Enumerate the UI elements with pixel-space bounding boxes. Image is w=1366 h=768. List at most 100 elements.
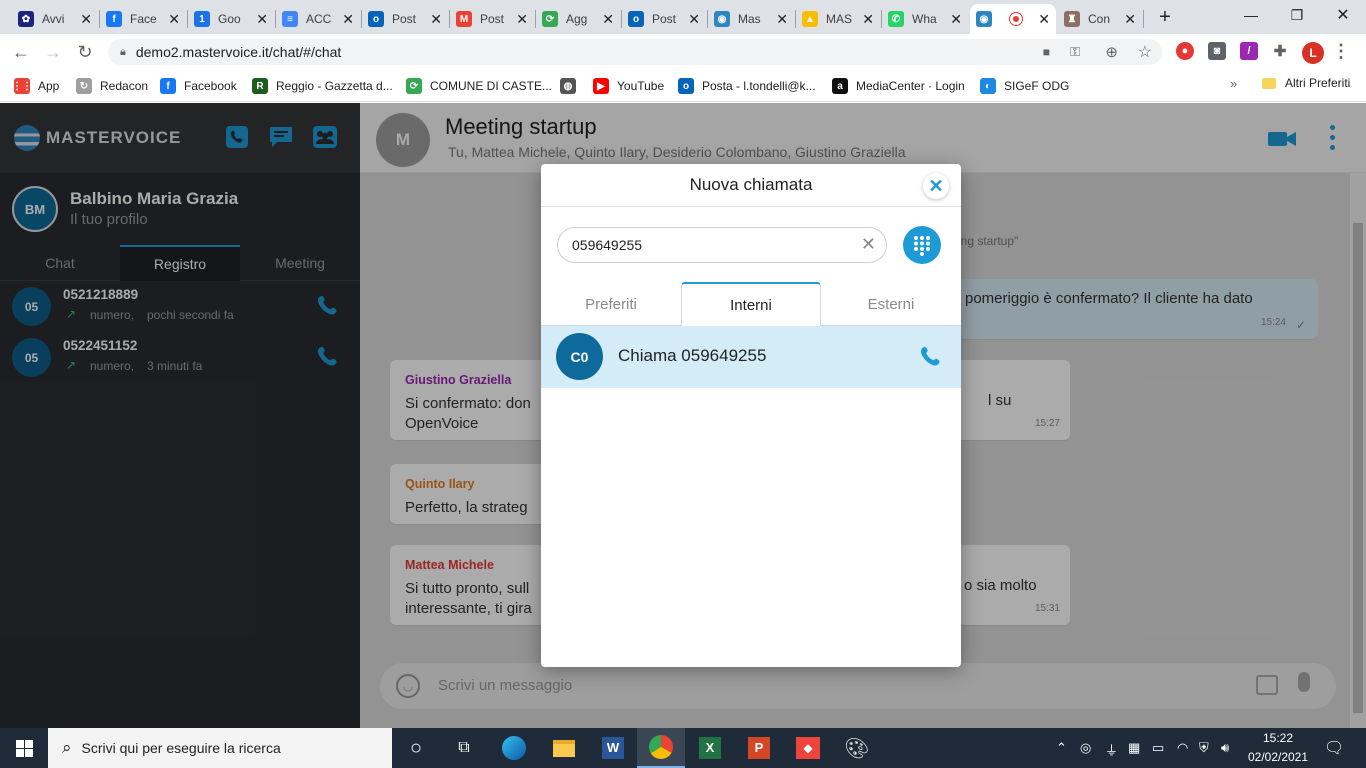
tab-favicon-icon: ⟳ — [542, 11, 558, 27]
bookmark-item[interactable]: ⟳ COMUNE DI CASTE... — [406, 76, 552, 96]
bookmark-item[interactable]: o Posta - l.tondelli@k... — [678, 76, 816, 96]
minimize-button[interactable]: — — [1228, 0, 1274, 30]
browser-tab[interactable]: M Post ✕ — [450, 4, 534, 34]
puzzle-icon[interactable]: ✚ — [1271, 42, 1289, 60]
bookmark-item[interactable]: f Facebook — [160, 76, 237, 96]
close-tab-icon[interactable]: ✕ — [688, 11, 700, 28]
file-explorer-icon[interactable] — [540, 728, 588, 768]
bookmark-item[interactable]: ◍ — [560, 76, 584, 96]
task-view-icon[interactable]: ⧉ — [440, 728, 488, 768]
search-placeholder: Scrivi qui per eseguire la ricerca — [81, 740, 281, 756]
forward-icon[interactable]: → — [40, 40, 66, 64]
powerpoint-icon[interactable]: P — [735, 728, 783, 768]
tab-title: Mas — [738, 12, 761, 26]
clock-date[interactable]: 02/02/2021 — [1246, 750, 1310, 764]
other-bookmarks[interactable]: Altri Preferiti — [1262, 76, 1350, 90]
clear-icon[interactable]: ✕ — [861, 234, 876, 255]
browser-tab[interactable]: ▲ MAS ✕ — [796, 4, 880, 34]
browser-tab[interactable]: ◉ ✕ — [970, 4, 1056, 34]
tab-interni[interactable]: Interni — [681, 282, 821, 326]
number-input-value: 059649255 — [572, 237, 643, 253]
call-phone-icon[interactable] — [917, 344, 943, 370]
tab-preferiti[interactable]: Preferiti — [541, 282, 681, 326]
notifications-icon[interactable]: 🗨︎ — [1324, 738, 1344, 758]
back-icon[interactable]: ← — [8, 40, 34, 64]
bookmark-item[interactable]: ⋮⋮ App — [12, 76, 59, 96]
browser-tab[interactable]: 1 Goo ✕ — [188, 4, 274, 34]
profile-avatar[interactable]: L — [1302, 42, 1324, 64]
close-tab-icon[interactable]: ✕ — [342, 11, 354, 28]
adblock-icon[interactable]: ● — [1176, 42, 1194, 60]
close-tab-icon[interactable]: ✕ — [80, 11, 92, 28]
browser-tab[interactable]: ≡ ACC ✕ — [276, 4, 360, 34]
taskbar-search[interactable]: ⌕ Scrivi qui per eseguire la ricerca — [48, 728, 392, 768]
bookmark-favicon-icon: ⟳ — [406, 78, 422, 94]
zoom-icon[interactable]: ⊕ — [1105, 43, 1118, 61]
bookmark-item[interactable]: ◐ SIGeF ODG — [980, 76, 1069, 96]
battery-icon[interactable]: ▭ — [1152, 740, 1164, 756]
chrome-menu-icon[interactable]: ⋮ — [1332, 41, 1350, 61]
dialpad-button[interactable] — [903, 226, 941, 264]
avatar: C0 — [556, 333, 603, 380]
excel-icon[interactable]: X — [686, 728, 734, 768]
reload-icon[interactable]: ↻ — [72, 40, 98, 64]
screenshot-extension-icon[interactable]: ◙ — [1208, 42, 1226, 60]
clock-time[interactable]: 15:22 — [1248, 731, 1308, 745]
close-tab-icon[interactable]: ✕ — [516, 11, 528, 28]
bookmarks-overflow[interactable]: » — [1230, 76, 1237, 91]
microphone-tray-icon[interactable]: ⏚ — [1105, 740, 1118, 759]
bookmark-star-icon[interactable]: ☆ — [1138, 42, 1152, 62]
paint-icon[interactable]: 🎨︎ — [833, 728, 881, 768]
edge-icon[interactable] — [490, 728, 538, 768]
cortana-icon[interactable]: ○ — [392, 728, 440, 768]
tab-title: Post — [480, 12, 505, 26]
close-tab-icon[interactable]: ✕ — [776, 11, 788, 28]
dialog-header: Nuova chiamata — [541, 164, 961, 207]
tab-title: MAS — [826, 12, 853, 26]
tray-chevron-icon[interactable]: ⌃ — [1056, 740, 1067, 756]
close-icon[interactable]: ✕ — [923, 173, 949, 199]
call-result-row[interactable]: C0 Chiama 059649255 — [541, 326, 961, 388]
chrome-icon[interactable] — [637, 728, 685, 768]
close-tab-icon[interactable]: ✕ — [862, 11, 874, 28]
tab-esterni[interactable]: Esterni — [821, 282, 961, 326]
browser-tab[interactable]: ♜ Con ✕ — [1058, 4, 1142, 34]
word-icon[interactable]: W — [589, 728, 637, 768]
browser-tab[interactable]: ✿ Avvi ✕ — [12, 4, 98, 34]
wifi-icon[interactable]: ◠ — [1177, 740, 1188, 756]
modal-backdrop-side[interactable] — [0, 103, 360, 728]
network-tray-icon[interactable]: ▦ — [1128, 740, 1140, 756]
browser-tab[interactable]: ⟳ Agg ✕ — [536, 4, 620, 34]
browser-tab[interactable]: o Post ✕ — [622, 4, 706, 34]
new-tab-button[interactable]: + — [1154, 6, 1176, 28]
close-window-button[interactable]: ✕ — [1320, 0, 1366, 30]
browser-tab[interactable]: o Post ✕ — [362, 4, 448, 34]
close-tab-icon[interactable]: ✕ — [430, 11, 442, 28]
browser-tab[interactable]: f Face ✕ — [100, 4, 186, 34]
close-tab-icon[interactable]: ✕ — [1038, 11, 1050, 28]
browser-tab[interactable]: ✆ Wha ✕ — [882, 4, 968, 34]
close-tab-icon[interactable]: ✕ — [950, 11, 962, 28]
security-icon[interactable]: ⛨ — [1199, 740, 1209, 756]
close-tab-icon[interactable]: ✕ — [256, 11, 268, 28]
url-field[interactable]: 🔒︎ demo2.mastervoice.it/chat/#/chat ■ ⚿ … — [108, 39, 1162, 65]
bookmark-item[interactable]: ↻ Redacon — [76, 76, 148, 96]
pen-extension-icon[interactable]: / — [1240, 42, 1258, 60]
close-tab-icon[interactable]: ✕ — [168, 11, 180, 28]
bookmark-item[interactable]: a MediaCenter · Login — [832, 76, 965, 96]
bookmark-item[interactable]: ▶ YouTube — [593, 76, 664, 96]
windows-start-icon[interactable] — [0, 728, 48, 768]
browser-tab[interactable]: ◉ Mas ✕ — [708, 4, 794, 34]
maximize-button[interactable]: ❐ — [1274, 0, 1320, 30]
bookmark-item[interactable]: R Reggio - Gazzetta d... — [252, 76, 393, 96]
close-tab-icon[interactable]: ✕ — [602, 11, 614, 28]
camera-icon: ■ — [1042, 45, 1050, 59]
close-tab-icon[interactable]: ✕ — [1124, 11, 1136, 28]
folder-icon — [1262, 77, 1276, 89]
volume-icon[interactable]: 🔊︎ — [1221, 740, 1229, 756]
meet-now-icon[interactable]: ◎ — [1080, 740, 1091, 756]
anydesk-icon[interactable]: ◆ — [784, 728, 832, 768]
key-icon[interactable]: ⚿ — [1070, 44, 1080, 60]
tab-favicon-icon: ✿ — [18, 11, 34, 27]
number-input[interactable]: 059649255 ✕ — [557, 227, 887, 263]
